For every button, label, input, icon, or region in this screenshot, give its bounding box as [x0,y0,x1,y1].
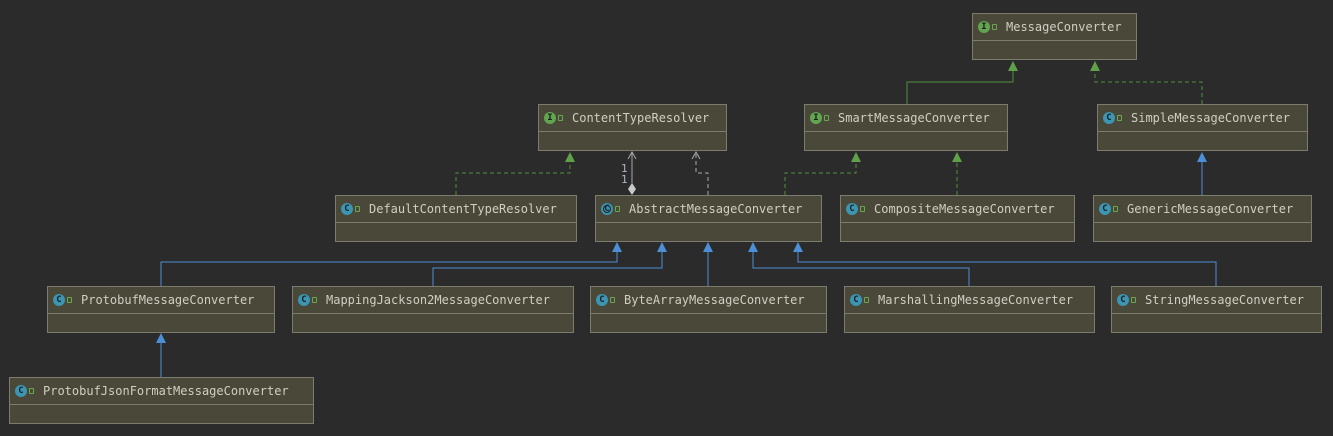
arrowhead [156,333,166,343]
arrowhead [851,152,861,162]
interface-icon: I [978,21,990,33]
interface-icon: I [544,112,556,124]
node-header: I SmartMessageConverter [805,105,1007,132]
class-name: StringMessageConverter [1145,293,1304,307]
node-marshalling-message-converter[interactable]: C MarshallingMessageConverter [844,286,1095,333]
node-header: C DefaultContentTypeResolver [336,196,576,223]
class-icon: C [341,203,353,215]
node-header: I ContentTypeResolver [539,105,726,132]
class-name: MarshallingMessageConverter [878,293,1074,307]
class-name: ProtobufMessageConverter [81,293,255,307]
class-name: ByteArrayMessageConverter [624,293,805,307]
public-visibility-icon [1113,206,1118,212]
class-name: ContentTypeResolver [572,111,710,125]
public-visibility-icon [1131,297,1136,303]
class-name: MessageConverter [1006,20,1122,34]
node-simple-message-converter[interactable]: C SimpleMessageConverter [1097,104,1308,151]
node-message-converter[interactable]: I MessageConverter [972,13,1137,60]
uml-class-diagram: I MessageConverter I ContentTypeResolver… [0,0,1333,436]
public-visibility-icon [864,297,869,303]
multiplicity-label: 1 [621,173,628,186]
class-name: MappingJackson2MessageConverter [326,293,550,307]
edge-line [784,161,857,195]
node-header: C StringMessageConverter [1112,287,1321,314]
node-header: C SimpleMessageConverter [1098,105,1307,132]
arrowhead [748,242,758,252]
arrowhead [1008,61,1018,71]
class-name: ProtobufJsonFormatMessageConverter [43,384,289,398]
class-icon: C [850,294,862,306]
public-visibility-icon [558,115,563,121]
public-visibility-icon [312,297,317,303]
node-header: I MessageConverter [973,14,1136,41]
public-visibility-icon [610,297,615,303]
node-string-message-converter[interactable]: C StringMessageConverter [1111,286,1322,333]
node-content-type-resolver[interactable]: I ContentTypeResolver [538,104,727,151]
arrowhead [1197,152,1207,162]
node-default-content-type-resolver[interactable]: C DefaultContentTypeResolver [335,195,577,242]
node-header: C MappingJackson2MessageConverter [293,287,573,314]
node-composite-message-converter[interactable]: C CompositeMessageConverter [840,195,1075,242]
edge-line [752,251,970,286]
node-header: C ProtobufJsonFormatMessageConverter [10,378,313,405]
node-header: C MarshallingMessageConverter [845,287,1094,314]
node-protobuf-message-converter[interactable]: C ProtobufMessageConverter [47,286,275,333]
aggregation-diamond [628,183,636,195]
class-icon: C [53,294,65,306]
edge-line [455,161,571,195]
class-name: GenericMessageConverter [1127,202,1294,216]
node-abstract-message-converter[interactable]: C AbstractMessageConverter [595,195,822,242]
class-icon: C [846,203,858,215]
node-header: C ByteArrayMessageConverter [591,287,826,314]
arrowhead [1090,61,1100,71]
edge-line [906,70,1014,104]
node-protobuf-json-format-message-converter[interactable]: C ProtobufJsonFormatMessageConverter [9,377,314,424]
public-visibility-icon [67,297,72,303]
interface-icon: I [810,112,822,124]
public-visibility-icon [1117,115,1122,121]
class-icon: C [596,294,608,306]
arrowhead [612,242,622,252]
edge-line [1094,70,1203,104]
node-header: C CompositeMessageConverter [841,196,1074,223]
class-name: SimpleMessageConverter [1131,111,1290,125]
class-name: CompositeMessageConverter [874,202,1055,216]
node-smart-message-converter[interactable]: I SmartMessageConverter [804,104,1008,151]
class-name: SmartMessageConverter [838,111,990,125]
arrowhead [565,152,575,162]
class-icon: C [1103,112,1115,124]
class-name: AbstractMessageConverter [629,202,803,216]
class-icon: C [298,294,310,306]
public-visibility-icon [355,206,360,212]
edge-line [695,152,709,195]
public-visibility-icon [860,206,865,212]
arrowhead [703,242,713,252]
arrowhead [952,152,962,162]
node-mapping-jackson2-message-converter[interactable]: C MappingJackson2MessageConverter [292,286,574,333]
public-visibility-icon [615,206,620,212]
public-visibility-icon [824,115,829,121]
class-icon: C [1099,203,1111,215]
arrowhead [657,242,667,252]
arrowhead [793,242,803,252]
class-icon: C [1117,294,1129,306]
public-visibility-icon [992,24,997,30]
node-generic-message-converter[interactable]: C GenericMessageConverter [1093,195,1312,242]
abstract-class-icon: C [601,203,613,215]
node-header: C ProtobufMessageConverter [48,287,274,314]
class-icon: C [15,385,27,397]
public-visibility-icon [29,388,34,394]
edge-line [432,251,663,286]
node-byte-array-message-converter[interactable]: C ByteArrayMessageConverter [590,286,827,333]
node-header: C AbstractMessageConverter [596,196,821,223]
class-name: DefaultContentTypeResolver [369,202,557,216]
node-header: C GenericMessageConverter [1094,196,1311,223]
